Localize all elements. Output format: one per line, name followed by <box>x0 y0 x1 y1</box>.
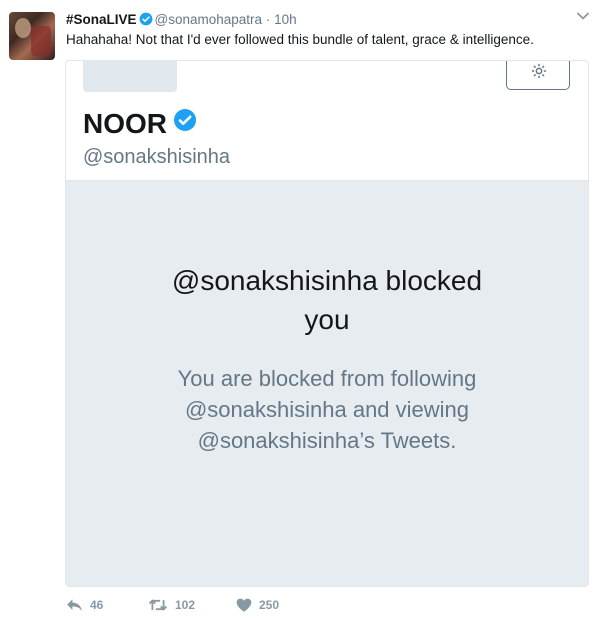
profile-name: NOOR <box>83 108 199 140</box>
verified-icon <box>174 109 196 131</box>
embedded-profile-card[interactable]: NOOR @sonakshisinha @sonakshisinha block… <box>65 60 589 587</box>
avatar-detail <box>31 26 51 56</box>
tweet-header: #SonaLIVE @sonamohapatra · 10h <box>66 12 297 27</box>
tweet-text: Hahahaha! Not that I'd ever followed thi… <box>66 32 534 47</box>
blocked-desc-line: @sonakshisinha’s Tweets. <box>197 428 457 453</box>
profile-avatar-placeholder <box>83 61 177 92</box>
retweet-count: 102 <box>175 598 196 612</box>
blocked-desc-line: @sonakshisinha and viewing <box>184 397 470 422</box>
blocked-message-area: @sonakshisinha blocked you You are block… <box>66 180 588 586</box>
timestamp[interactable]: 10h <box>274 12 297 27</box>
retweet-action[interactable]: 102 <box>148 598 195 612</box>
author-handle[interactable]: @sonamohapatra <box>155 12 263 27</box>
profile-name-text[interactable]: NOOR <box>83 108 167 139</box>
reply-icon <box>67 599 82 611</box>
chevron-down-icon[interactable] <box>576 10 590 22</box>
profile-handle[interactable]: @sonakshisinha <box>83 146 230 169</box>
reply-count: 46 <box>90 598 104 612</box>
verified-icon <box>139 12 152 26</box>
blocked-title: @sonakshisinha blocked you <box>66 261 588 339</box>
like-action[interactable]: 250 <box>236 598 279 612</box>
blocked-title-line: you <box>304 304 350 335</box>
blocked-description: You are blocked from following @sonakshi… <box>66 363 588 456</box>
author-avatar[interactable] <box>9 12 55 60</box>
settings-button[interactable] <box>506 61 570 90</box>
blocked-title-line: @sonakshisinha blocked <box>171 265 483 296</box>
retweet-icon <box>148 599 168 611</box>
heart-icon <box>236 598 252 612</box>
reply-action[interactable]: 46 <box>66 598 103 612</box>
author-name[interactable]: #SonaLIVE <box>66 12 137 27</box>
avatar-detail <box>15 18 31 38</box>
like-count: 250 <box>259 598 280 612</box>
separator: · <box>265 12 271 27</box>
blocked-desc-line: You are blocked from following <box>177 366 477 391</box>
gear-icon <box>531 63 547 79</box>
